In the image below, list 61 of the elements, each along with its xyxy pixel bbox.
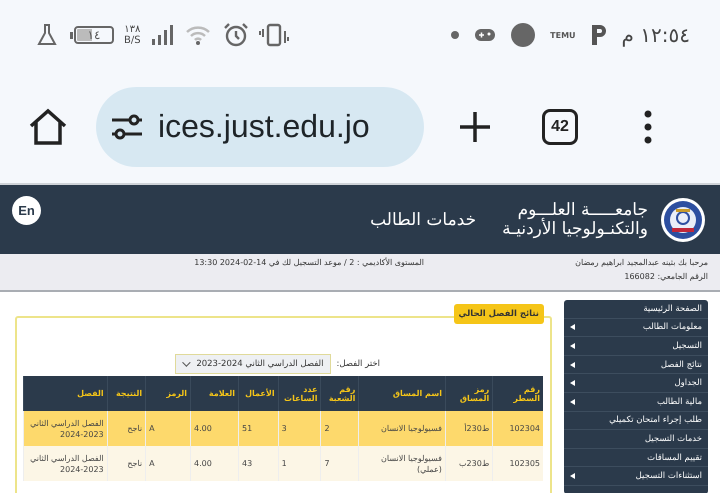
table-cell: ناجح [107,446,146,481]
table-cell: 4.00 [190,446,239,481]
table-cell: 102305 [492,446,543,481]
column-header: الفصل [24,376,108,411]
menu-item[interactable]: تقييم المساقات [564,448,708,468]
p-logo-icon [590,24,608,46]
menu-item[interactable]: الصفحة الرئيسية [564,300,708,319]
university-id: الرقم الجامعي: 166082 [623,272,708,281]
column-header: رقم السطر [492,376,543,411]
table-cell: A [146,446,191,481]
menu-item[interactable]: خدمات التسجيل [564,430,708,449]
university-name: والتكنـولوجيا الأردنيـة [502,220,648,238]
site-settings-icon [110,112,144,142]
column-header: العلامة [190,376,239,411]
battery-level: ١٤ [88,28,100,42]
language-button[interactable]: En [12,196,41,225]
menu-item[interactable]: طلب إجراء امتحان تكميلي [564,412,708,430]
table-cell: ط230أ [464,423,490,434]
circle-icon [510,22,536,48]
address-bar[interactable]: ices.just.edu.jo [96,86,424,166]
column-header: النتيجة [107,376,146,411]
table-cell: فسيولوجيا الانسان (عملي) [358,446,446,481]
menu-item[interactable]: نتائج الفصل [564,356,708,374]
page-title: خدمات الطالب [370,210,476,230]
network-speed: ١٣٨ [124,24,140,35]
table-cell: 1 [278,446,321,481]
menu-item[interactable]: معلومات الطالب [564,318,708,338]
table-cell: الفصل الدراسي الثاني 2023-2024 [24,446,108,481]
welcome-text: مرحبا بك بثينه عبدالمجيد ابراهيم رمضان [574,258,708,267]
home-icon [28,108,68,146]
new-tab-icon[interactable] [458,110,492,144]
university-logo-icon [660,196,706,242]
semester-dropdown[interactable]: الفصل الدراسي الثاني 2024-2023 [175,354,330,374]
flask-icon [36,23,58,47]
table-cell: ط230ب [459,458,490,469]
university-name: جامعـــــة العلـــوم [518,200,648,220]
gamepad-icon [474,27,496,43]
menu-item[interactable]: التسجيل [564,337,708,356]
clock-time: ١٢:٥٤ م [622,23,690,47]
table-cell: 7 [320,446,359,481]
column-header: رقم الشعبة [320,376,359,411]
column-header: اسم المساق [358,376,446,411]
signal-icon [150,24,175,46]
menu-item[interactable]: الجداول [564,374,708,393]
vibrate-icon [258,23,289,47]
column-header: رمز المساق [445,376,493,411]
panel-title: نتائج الفصل الحالي [454,304,544,324]
table-cell: 43 [238,446,278,481]
alarm-icon [222,22,249,48]
column-header: الأعمال [238,376,278,411]
network-speed-unit: B/S [124,35,141,46]
column-header: الرمز [146,376,191,411]
menu-item[interactable]: مالية الطالب [564,392,708,412]
tab-count-button[interactable]: 42 [542,108,578,144]
column-header: عدد الساعات [278,376,321,411]
dot-icon [450,30,460,40]
app-icon-label: TEMU [550,30,576,40]
menu-icon[interactable] [644,110,652,144]
menu-item[interactable]: استثناءات التسجيل [564,467,708,486]
academic-level-text: المستوى الأكاديمي : 2 / موعد التسجيل لك في 14-02-2024 13:30 [194,258,424,269]
semester-label: اختر الفصل: [336,359,380,369]
